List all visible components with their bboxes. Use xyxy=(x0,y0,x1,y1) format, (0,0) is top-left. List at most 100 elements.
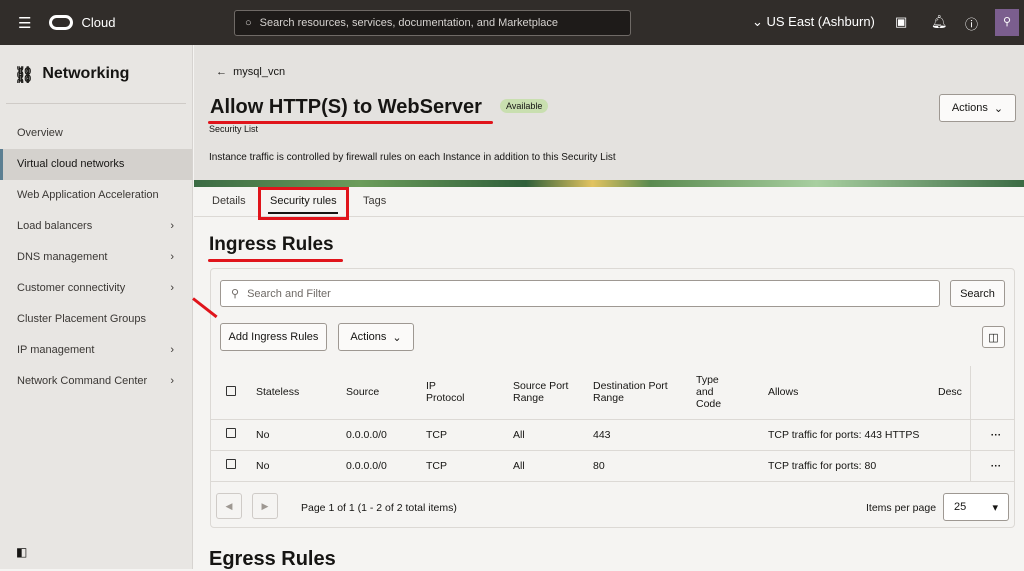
table-row: No 0.0.0.0/0 TCP All 443 TCP traffic for port… xyxy=(211,419,1014,451)
columns-icon: ◫ xyxy=(988,331,999,344)
column-header[interactable]: Source Port Range xyxy=(513,366,593,420)
search-placeholder: Search resources, services, documentatio… xyxy=(259,17,559,29)
table-cell: 0.0.0.0/0 xyxy=(346,450,426,482)
column-header-label: Source Port Range xyxy=(513,380,569,405)
sidebar-item[interactable]: Network Command Center › xyxy=(0,366,192,397)
annotation-box xyxy=(258,187,349,220)
sidebar: ⛓ Networking Overview Virtual cloud networ… xyxy=(0,45,193,569)
items-per-page-select[interactable]: 25 ▾ xyxy=(943,493,1009,521)
sidebar-item[interactable]: IP management › xyxy=(0,335,192,366)
back-link[interactable]: ← mysql_vcn xyxy=(216,66,285,78)
sidebar-item-label: Overview xyxy=(17,127,63,139)
tab-details[interactable]: Details xyxy=(212,195,246,207)
column-header[interactable]: Allows xyxy=(768,366,938,420)
ingress-rules-heading: Ingress Rules xyxy=(209,234,334,255)
sidebar-nav: Overview Virtual cloud networks Web Applic… xyxy=(0,118,192,397)
sidebar-item[interactable]: Virtual cloud networks xyxy=(0,149,192,180)
table-cell xyxy=(696,450,768,482)
table-cell: 0.0.0.0/0 xyxy=(346,419,426,451)
table-cell xyxy=(938,419,978,451)
table-cell: All xyxy=(513,450,593,482)
next-page-button[interactable]: ▶ xyxy=(252,493,278,519)
chevron-right-icon: › xyxy=(170,375,174,387)
table-cell xyxy=(696,419,768,451)
items-per-page-value: 25 xyxy=(954,501,967,513)
column-header[interactable]: Type and Code xyxy=(696,366,768,420)
chevron-down-icon: ⌄ xyxy=(392,331,402,344)
chevron-right-icon: › xyxy=(170,251,174,263)
user-avatar[interactable]: ⚲ xyxy=(995,9,1019,36)
collapse-sidebar-icon[interactable]: ◧ xyxy=(16,545,27,559)
back-link-label: mysql_vcn xyxy=(233,66,286,78)
column-header[interactable]: Desc xyxy=(938,366,978,420)
menu-icon[interactable]: ☰ xyxy=(18,14,31,32)
sidebar-title: ⛓ Networking xyxy=(14,65,192,85)
sidebar-item-label: IP management xyxy=(17,344,95,356)
search-icon: ⚲ xyxy=(231,288,240,300)
table-cell: TCP traffic for ports: 80 xyxy=(768,450,938,482)
actions-label: Actions xyxy=(350,331,387,343)
search-button-label: Search xyxy=(960,287,995,300)
search-button[interactable]: Search xyxy=(950,280,1005,307)
oracle-logo[interactable] xyxy=(49,15,74,30)
chevron-down-icon: ⌄ xyxy=(993,102,1004,115)
row-actions-menu-icon[interactable]: ··· xyxy=(978,419,1014,451)
table-cell: TCP xyxy=(426,419,513,451)
table-cell: No xyxy=(256,450,346,482)
sidebar-item-label: Cluster Placement Groups xyxy=(17,313,146,325)
top-bar: ☰ Cloud ○ Search resources, services, doc… xyxy=(0,0,1024,45)
add-ingress-label: Add Ingress Rules xyxy=(228,331,319,343)
search-placeholder: Search and Filter xyxy=(247,287,331,300)
sidebar-item[interactable]: Overview xyxy=(0,118,192,149)
chevron-right-icon: › xyxy=(170,220,174,232)
add-ingress-rules-button[interactable]: Add Ingress Rules xyxy=(220,323,327,351)
sidebar-item[interactable]: Web Application Acceleration xyxy=(0,180,192,211)
table-cell: All xyxy=(513,419,593,451)
help-icon[interactable]: ⓘ xyxy=(965,14,978,33)
table-cell: No xyxy=(256,419,346,451)
column-header-label: Source xyxy=(346,386,380,399)
header-actions-button[interactable]: Actions ⌄ xyxy=(939,94,1016,122)
column-header[interactable]: IP Protocol xyxy=(426,366,513,420)
sidebar-item-label: Virtual cloud networks xyxy=(17,158,125,170)
table-cell: 443 xyxy=(593,419,696,451)
column-header[interactable]: Source xyxy=(346,366,426,420)
sidebar-item-label: Load balancers xyxy=(17,220,93,232)
region-selector[interactable]: ⌄ US East (Ashburn) xyxy=(752,14,875,30)
chevron-right-icon: › xyxy=(170,344,174,356)
previous-page-button[interactable]: ◀ xyxy=(216,493,242,519)
sidebar-item-label: DNS management xyxy=(17,251,108,263)
sidebar-item-label: Network Command Center xyxy=(17,375,148,387)
brand-label: Cloud xyxy=(81,15,116,30)
tab-tags[interactable]: Tags xyxy=(363,195,386,207)
sidebar-item[interactable]: Load balancers › xyxy=(0,211,192,242)
table-cell xyxy=(938,450,978,482)
row-checkbox[interactable] xyxy=(226,428,236,438)
sidebar-item[interactable]: Customer connectivity › xyxy=(0,273,192,304)
divider xyxy=(6,103,186,104)
column-header-label: Allows xyxy=(768,386,799,399)
sidebar-item[interactable]: DNS management › xyxy=(0,242,192,273)
description: Instance traffic is controlled by firewa… xyxy=(209,152,616,163)
row-checkbox[interactable] xyxy=(226,459,236,469)
cloud-shell-icon[interactable]: ▣ xyxy=(895,14,907,30)
search-icon: ○ xyxy=(245,17,252,29)
column-header[interactable]: Stateless xyxy=(256,366,346,420)
sidebar-item[interactable]: Cluster Placement Groups xyxy=(0,304,192,335)
ingress-search-input[interactable]: ⚲ Search and Filter xyxy=(220,280,940,307)
ingress-actions-button[interactable]: Actions ⌄ xyxy=(338,323,414,351)
status-badge: Available xyxy=(500,99,549,113)
column-settings-button[interactable]: ◫ xyxy=(982,326,1005,348)
select-all-checkbox[interactable] xyxy=(226,385,236,396)
items-per-page-label: Items per page xyxy=(866,502,937,514)
sidebar-item-label: Customer connectivity xyxy=(17,282,126,294)
column-header-label: Stateless xyxy=(256,386,300,399)
table-header-row: Stateless Source IP Protocol Source Port Ra… xyxy=(211,366,1014,420)
column-header[interactable]: Destination Port Range xyxy=(593,366,696,420)
row-actions-menu-icon[interactable]: ··· xyxy=(978,450,1014,482)
notification-bell-icon[interactable]: 🔔︎ xyxy=(931,14,948,30)
table-row: No 0.0.0.0/0 TCP All 80 TCP traffic for ports… xyxy=(211,450,1014,482)
global-search-input[interactable]: ○ Search resources, services, documentati… xyxy=(234,10,631,36)
column-header-label: Destination Port Range xyxy=(593,380,668,405)
column-divider xyxy=(970,366,971,482)
